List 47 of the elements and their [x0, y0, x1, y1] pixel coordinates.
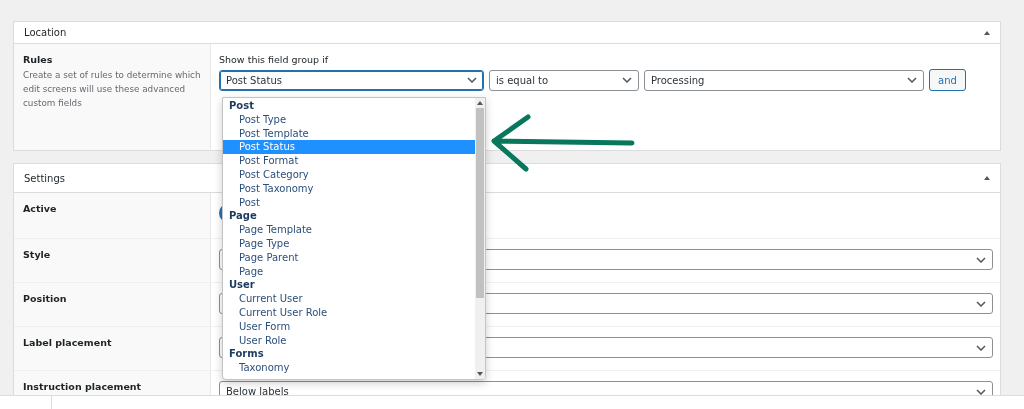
- rule-heading: Show this field group if: [219, 54, 330, 65]
- select-field[interactable]: Below labels: [219, 381, 993, 395]
- field-label: Label placement: [23, 337, 113, 348]
- scroll-down-icon[interactable]: [477, 372, 483, 376]
- field-label: Instruction placement: [23, 381, 143, 392]
- field-description: Create a set of rules to determine which edit screens will use these advanced custom fields: [23, 69, 201, 110]
- panel-title: Settings: [24, 172, 65, 184]
- chevron-down-icon: [622, 77, 632, 83]
- dropdown-option[interactable]: Post: [223, 195, 475, 210]
- panel-title: Location: [24, 27, 67, 38]
- select-field[interactable]: is equal to: [489, 69, 639, 91]
- and-button[interactable]: and: [929, 69, 966, 91]
- chevron-down-icon: [907, 77, 917, 83]
- option-group-label: Forms: [228, 347, 265, 362]
- chevron-down-icon: [467, 77, 477, 83]
- dropdown-option[interactable]: Post Type: [223, 112, 475, 127]
- dropdown-option[interactable]: User Form: [223, 319, 475, 334]
- chevron-down-icon: [976, 256, 986, 263]
- chevron-down-icon: [976, 388, 986, 395]
- dropdown-option[interactable]: Taxonomy: [223, 361, 475, 375]
- scroll-up-icon[interactable]: [477, 101, 483, 105]
- chevron-down-icon: [976, 300, 986, 307]
- dropdown-option[interactable]: User Role: [223, 333, 475, 348]
- collapse-icon[interactable]: [984, 176, 990, 180]
- option-group-label: User: [228, 278, 256, 293]
- dropdown-option[interactable]: Post Format: [223, 154, 475, 168]
- dropdown-option[interactable]: Page Template: [223, 223, 475, 237]
- chevron-down-icon: [976, 344, 986, 351]
- option-group-label: Post: [228, 99, 255, 113]
- collapse-icon[interactable]: [984, 30, 990, 35]
- dropdown-option[interactable]: Current User Role: [223, 305, 475, 320]
- dropdown-option[interactable]: Current User: [223, 292, 475, 306]
- dropdown-option[interactable]: Post Template: [223, 126, 475, 141]
- dropdown-option[interactable]: Post Category: [223, 168, 475, 182]
- field-label: Style: [23, 249, 52, 260]
- field-label: Position: [23, 293, 68, 304]
- field-label: Active: [23, 203, 58, 214]
- dropdown-option[interactable]: Post Taxonomy: [223, 181, 475, 196]
- dropdown-option[interactable]: Page Parent: [223, 250, 475, 265]
- scrollbar-thumb[interactable]: [476, 108, 484, 298]
- dropdown-option[interactable]: Page: [223, 264, 475, 279]
- option-group-label: Page: [228, 209, 258, 224]
- field-label: Rules: [23, 54, 54, 65]
- select-field[interactable]: Post Status: [219, 69, 484, 91]
- dropdown-option[interactable]: Page Type: [223, 236, 475, 251]
- scrollbar[interactable]: [475, 98, 485, 379]
- select-field[interactable]: Processing: [644, 69, 924, 91]
